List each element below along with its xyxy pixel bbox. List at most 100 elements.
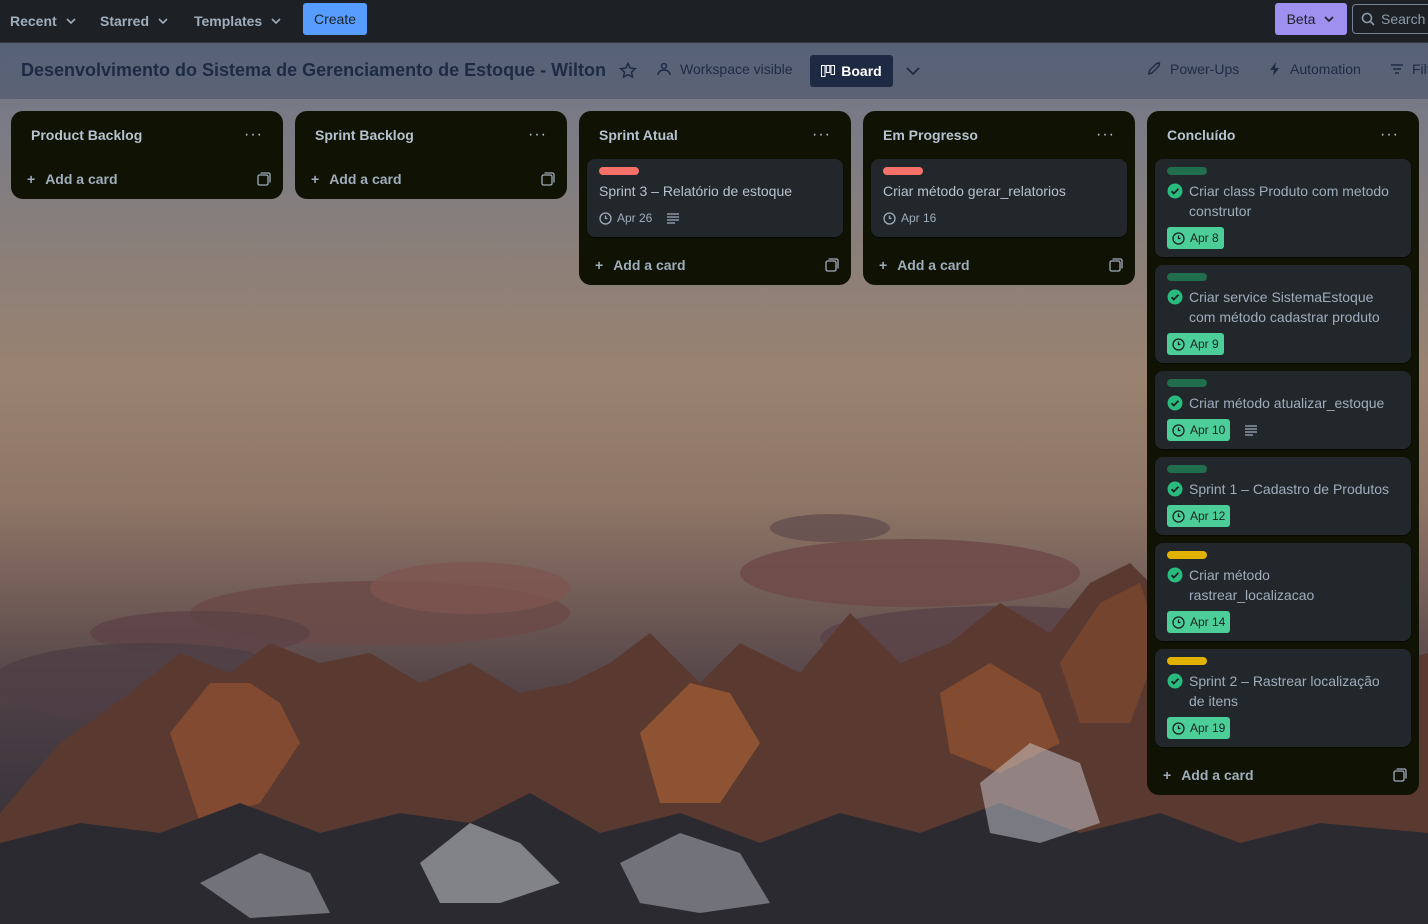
description-icon [667,213,680,224]
board-view-label: Board [841,63,882,79]
due-date-badge[interactable]: Apr 10 [1167,419,1231,441]
template-icon[interactable] [1393,768,1407,782]
list-menu-icon[interactable]: ··· [1380,126,1399,144]
card[interactable]: Criar service SistemaEstoque com método … [1155,265,1411,363]
list-header: Product Backlog ··· [19,111,275,159]
list-sprint-atual: Sprint Atual ··· Sprint 3 – Relatório de… [579,111,851,285]
add-card-button[interactable]: + Add a card [1155,755,1411,795]
add-card-button[interactable]: + Add a card [19,159,275,199]
list-menu-icon[interactable]: ··· [812,126,831,144]
card[interactable]: Sprint 3 – Relatório de estoque Apr 26 [587,159,843,237]
board-title[interactable]: Desenvolvimento do Sistema de Gerenciame… [21,60,606,81]
red-label[interactable] [883,167,923,175]
list-menu-icon[interactable]: ··· [1096,126,1115,144]
list-menu-icon[interactable]: ··· [528,126,547,144]
yellow-label[interactable] [1167,551,1207,559]
due-date-badge[interactable]: Apr 26 [599,207,652,229]
chevron-down-icon [271,18,281,25]
add-card-button[interactable]: + Add a card [303,159,559,199]
list-header: Em Progresso ··· [871,111,1127,159]
add-card-label: Add a card [613,257,686,273]
templates-menu[interactable]: Templates [194,8,282,34]
visibility-button[interactable]: Workspace visible [656,61,793,77]
clock-icon [1172,509,1185,523]
due-date-badge[interactable]: Apr 16 [883,207,936,229]
list-title[interactable]: Product Backlog [31,127,142,143]
board-view-button[interactable]: Board [810,55,893,87]
template-icon[interactable] [257,172,271,186]
card-title: Criar class Produto com metodo construto… [1189,183,1389,219]
check-circle-icon[interactable] [1167,673,1183,689]
chevron-down-icon [158,18,168,25]
filters-button[interactable]: Filters [1390,61,1428,77]
list-menu-icon[interactable]: ··· [244,126,263,144]
red-label[interactable] [599,167,639,175]
card-title: Criar método rastrear_localizacao [1189,567,1315,603]
card[interactable]: Criar método rastrear_localizacao Apr 14 [1155,543,1411,641]
starred-menu[interactable]: Starred [100,8,169,34]
due-date-badge[interactable]: Apr 12 [1167,505,1231,527]
list-header: Concluído ··· [1155,111,1411,159]
list-title[interactable]: Concluído [1167,127,1235,143]
green-label[interactable] [1167,465,1207,473]
search-placeholder: Search [1381,11,1426,27]
list-header: Sprint Atual ··· [587,111,843,159]
chevron-down-icon [1324,16,1334,23]
add-card-button[interactable]: + Add a card [871,245,1127,285]
due-date-badge[interactable]: Apr 8 [1167,227,1224,249]
due-date: Apr 10 [1190,423,1226,437]
card-title: Criar método atualizar_estoque [1189,395,1385,411]
template-icon[interactable] [825,258,839,272]
card-title: Sprint 3 – Relatório de estoque [599,183,793,199]
due-date: Apr 16 [901,211,937,225]
plus-icon: + [27,171,36,187]
due-date-badge[interactable]: Apr 14 [1167,611,1231,633]
template-icon[interactable] [541,172,555,186]
due-date: Apr 19 [1190,721,1226,735]
visibility-label: Workspace visible [680,61,793,77]
check-circle-icon[interactable] [1167,395,1183,411]
card-title-row: Sprint 1 – Cadastro de Produtos [1167,479,1399,499]
plus-icon: + [1163,767,1172,783]
list-title[interactable]: Sprint Atual [599,127,678,143]
card-title-row: Criar class Produto com metodo construto… [1167,181,1399,221]
clock-icon [1172,721,1185,735]
template-icon[interactable] [1109,258,1123,272]
card[interactable]: Criar método gerar_relatorios Apr 16 [871,159,1127,237]
card[interactable]: Criar class Produto com metodo construto… [1155,159,1411,257]
create-button[interactable]: Create [303,3,367,35]
check-circle-icon[interactable] [1167,481,1183,497]
search-input[interactable]: Search [1352,4,1428,34]
chevron-down-icon[interactable] [903,61,923,81]
beta-button[interactable]: Beta [1275,3,1347,35]
automation-button[interactable]: Automation [1268,61,1361,77]
star-icon[interactable] [618,61,638,81]
green-label[interactable] [1167,379,1207,387]
recent-menu[interactable]: Recent [10,8,77,34]
plus-icon: + [879,257,888,273]
check-circle-icon[interactable] [1167,289,1183,305]
green-label[interactable] [1167,273,1207,281]
clock-icon [1172,423,1185,437]
card[interactable]: Sprint 2 – Rastrear localização de itens… [1155,649,1411,747]
clock-icon [883,211,896,225]
due-date: Apr 26 [617,211,653,225]
card[interactable]: Sprint 1 – Cadastro de Produtos Apr 12 [1155,457,1411,535]
due-date-badge[interactable]: Apr 19 [1167,717,1231,739]
powerups-button[interactable]: Power-Ups [1146,61,1239,77]
filters-label: Filters [1412,61,1428,77]
add-card-label: Add a card [897,257,970,273]
add-card-label: Add a card [1181,767,1254,783]
green-label[interactable] [1167,167,1207,175]
check-circle-icon[interactable] [1167,567,1183,583]
templates-label: Templates [194,13,263,29]
list-title[interactable]: Em Progresso [883,127,978,143]
due-date-badge[interactable]: Apr 9 [1167,333,1224,355]
yellow-label[interactable] [1167,657,1207,665]
search-icon [1361,12,1375,26]
add-card-button[interactable]: + Add a card [587,245,843,285]
list-title[interactable]: Sprint Backlog [315,127,414,143]
lightning-icon [1270,62,1279,76]
card[interactable]: Criar método atualizar_estoque Apr 10 [1155,371,1411,449]
check-circle-icon[interactable] [1167,183,1183,199]
